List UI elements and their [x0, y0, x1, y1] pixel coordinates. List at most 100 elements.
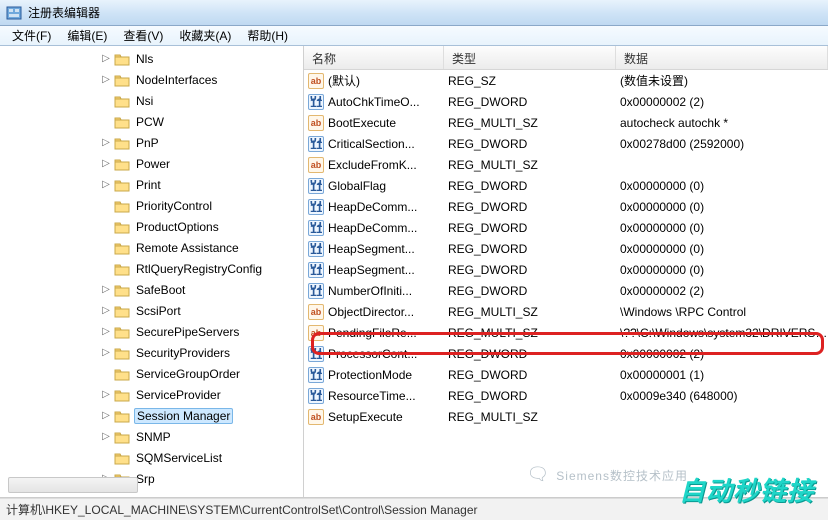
tree-item-label[interactable]: Print [134, 178, 163, 192]
tree-item[interactable]: ▷ SNMP [0, 426, 303, 447]
list-row[interactable]: 011110AutoChkTimeO...REG_DWORD0x00000002… [304, 91, 828, 112]
tree-item-label[interactable]: SQMServiceList [134, 451, 224, 465]
tree-item-label[interactable]: PnP [134, 136, 161, 150]
expand-icon[interactable]: ▷ [100, 305, 112, 316]
value-name[interactable]: ResourceTime... [328, 389, 416, 403]
value-name[interactable]: (默认) [328, 72, 360, 89]
tree-item-label[interactable]: SecurePipeServers [134, 325, 241, 339]
tree-item-label[interactable]: PCW [134, 115, 166, 129]
value-name[interactable]: GlobalFlag [328, 179, 386, 193]
expand-icon[interactable]: ▷ [100, 410, 112, 421]
list-row[interactable]: 011110ProcessorCont...REG_DWORD0x0000000… [304, 343, 828, 364]
value-name[interactable]: BootExecute [328, 116, 396, 130]
tree-item[interactable]: ▷ Session Manager [0, 405, 303, 426]
value-name[interactable]: CriticalSection... [328, 137, 415, 151]
tree-item-label[interactable]: RtlQueryRegistryConfig [134, 262, 264, 276]
value-name[interactable]: NumberOfIniti... [328, 284, 412, 298]
tree-item[interactable]: ▷ Print [0, 174, 303, 195]
tree-item[interactable]: ▷ SafeBoot [0, 279, 303, 300]
list-row[interactable]: ab(默认)REG_SZ(数值未设置) [304, 70, 828, 91]
column-header-type[interactable]: 类型 [444, 46, 616, 69]
tree-item-label[interactable]: Nsi [134, 94, 155, 108]
expand-icon[interactable]: ▷ [100, 389, 112, 400]
list-row[interactable]: 011110GlobalFlagREG_DWORD0x00000000 (0) [304, 175, 828, 196]
list-header[interactable]: 名称 类型 数据 [304, 46, 828, 70]
tree-item-label[interactable]: ProductOptions [134, 220, 221, 234]
list-row[interactable]: 011110CriticalSection...REG_DWORD0x00278… [304, 133, 828, 154]
tree-item-label[interactable]: NodeInterfaces [134, 73, 219, 87]
list-row[interactable]: 011110ResourceTime...REG_DWORD0x0009e340… [304, 385, 828, 406]
tree-item[interactable]: ▷ ScsiPort [0, 300, 303, 321]
value-name[interactable]: HeapDeComm... [328, 200, 417, 214]
value-name[interactable]: PendingFileRe... [328, 326, 417, 340]
tree-item[interactable]: ▷ Power [0, 153, 303, 174]
tree-item[interactable]: PCW [0, 111, 303, 132]
tree-item-label[interactable]: Power [134, 157, 172, 171]
menu-help[interactable]: 帮助(H) [239, 25, 296, 46]
menu-edit[interactable]: 编辑(E) [59, 25, 115, 46]
value-name[interactable]: HeapSegment... [328, 242, 415, 256]
tree-item[interactable]: PriorityControl [0, 195, 303, 216]
tree-item-label[interactable]: ScsiPort [134, 304, 183, 318]
menu-view[interactable]: 查看(V) [115, 25, 171, 46]
value-list-pane[interactable]: 名称 类型 数据 ab(默认)REG_SZ(数值未设置)011110AutoCh… [304, 46, 828, 497]
expand-icon[interactable]: ▷ [100, 431, 112, 442]
column-header-name[interactable]: 名称 [304, 46, 444, 69]
tree-item-label[interactable]: Nls [134, 52, 155, 66]
expand-icon[interactable]: ▷ [100, 137, 112, 148]
tree-item-label[interactable]: Remote Assistance [134, 241, 241, 255]
list-row[interactable]: abObjectDirector...REG_MULTI_SZ\Windows … [304, 301, 828, 322]
value-name[interactable]: SetupExecute [328, 410, 403, 424]
list-row[interactable]: 011110ProtectionModeREG_DWORD0x00000001 … [304, 364, 828, 385]
tree-item[interactable]: ServiceGroupOrder [0, 363, 303, 384]
expand-icon[interactable]: ▷ [100, 179, 112, 190]
tree-item-label[interactable]: ServiceProvider [134, 388, 223, 402]
expand-icon[interactable]: ▷ [100, 74, 112, 85]
tree-item[interactable]: ▷ Nls [0, 48, 303, 69]
expand-icon[interactable]: ▷ [100, 158, 112, 169]
expand-icon[interactable]: ▷ [100, 326, 112, 337]
list-row[interactable]: 011110HeapDeComm...REG_DWORD0x00000000 (… [304, 217, 828, 238]
list-row[interactable]: abSetupExecuteREG_MULTI_SZ [304, 406, 828, 427]
tree-item-label[interactable]: SecurityProviders [134, 346, 232, 360]
value-name[interactable]: ProtectionMode [328, 368, 412, 382]
column-header-data[interactable]: 数据 [616, 46, 828, 69]
tree-item[interactable]: ▷ ServiceProvider [0, 384, 303, 405]
list-row[interactable]: 011110NumberOfIniti...REG_DWORD0x0000000… [304, 280, 828, 301]
expand-icon[interactable]: ▷ [100, 347, 112, 358]
tree-item-label[interactable]: SNMP [134, 430, 173, 444]
list-row[interactable]: 011110HeapSegment...REG_DWORD0x00000000 … [304, 259, 828, 280]
value-name[interactable]: ProcessorCont... [328, 347, 417, 361]
list-row[interactable]: abExcludeFromK...REG_MULTI_SZ [304, 154, 828, 175]
tree-item[interactable]: Remote Assistance [0, 237, 303, 258]
tree-item[interactable]: RtlQueryRegistryConfig [0, 258, 303, 279]
list-row[interactable]: 011110HeapDeComm...REG_DWORD0x00000000 (… [304, 196, 828, 217]
value-name[interactable]: AutoChkTimeO... [328, 95, 420, 109]
tree-item-label[interactable]: Session Manager [134, 408, 233, 424]
tree-item[interactable]: Nsi [0, 90, 303, 111]
menu-file[interactable]: 文件(F) [4, 25, 59, 46]
horizontal-scrollbar[interactable] [8, 477, 138, 493]
tree-item-label[interactable]: ServiceGroupOrder [134, 367, 242, 381]
tree-item[interactable]: ▷ NodeInterfaces [0, 69, 303, 90]
value-name[interactable]: ObjectDirector... [328, 305, 414, 319]
tree-item-label[interactable]: SafeBoot [134, 283, 187, 297]
tree-item[interactable]: ProductOptions [0, 216, 303, 237]
list-row[interactable]: abPendingFileRe...REG_MULTI_SZ\??\C:\Win… [304, 322, 828, 343]
menu-favorites[interactable]: 收藏夹(A) [171, 25, 239, 46]
tree-item[interactable]: SQMServiceList [0, 447, 303, 468]
list-row[interactable]: abBootExecuteREG_MULTI_SZautocheck autoc… [304, 112, 828, 133]
tree-item[interactable]: ▷ PnP [0, 132, 303, 153]
value-name[interactable]: ExcludeFromK... [328, 158, 417, 172]
list-row[interactable]: 011110HeapSegment...REG_DWORD0x00000000 … [304, 238, 828, 259]
tree-pane[interactable]: ▷ Nls ▷ NodeInterfaces Nsi PCW ▷ PnP ▷ Power ▷ Prin… [0, 46, 304, 497]
expand-icon[interactable]: ▷ [100, 284, 112, 295]
tree-item[interactable]: ▷ SecurityProviders [0, 342, 303, 363]
value-data: 0x00278d00 (2592000) [616, 137, 828, 151]
tree-item-label[interactable]: PriorityControl [134, 199, 214, 213]
tree-item[interactable]: ▷ SecurePipeServers [0, 321, 303, 342]
value-name[interactable]: HeapDeComm... [328, 221, 417, 235]
value-name[interactable]: HeapSegment... [328, 263, 415, 277]
menu-bar[interactable]: 文件(F) 编辑(E) 查看(V) 收藏夹(A) 帮助(H) [0, 26, 828, 46]
expand-icon[interactable]: ▷ [100, 53, 112, 64]
